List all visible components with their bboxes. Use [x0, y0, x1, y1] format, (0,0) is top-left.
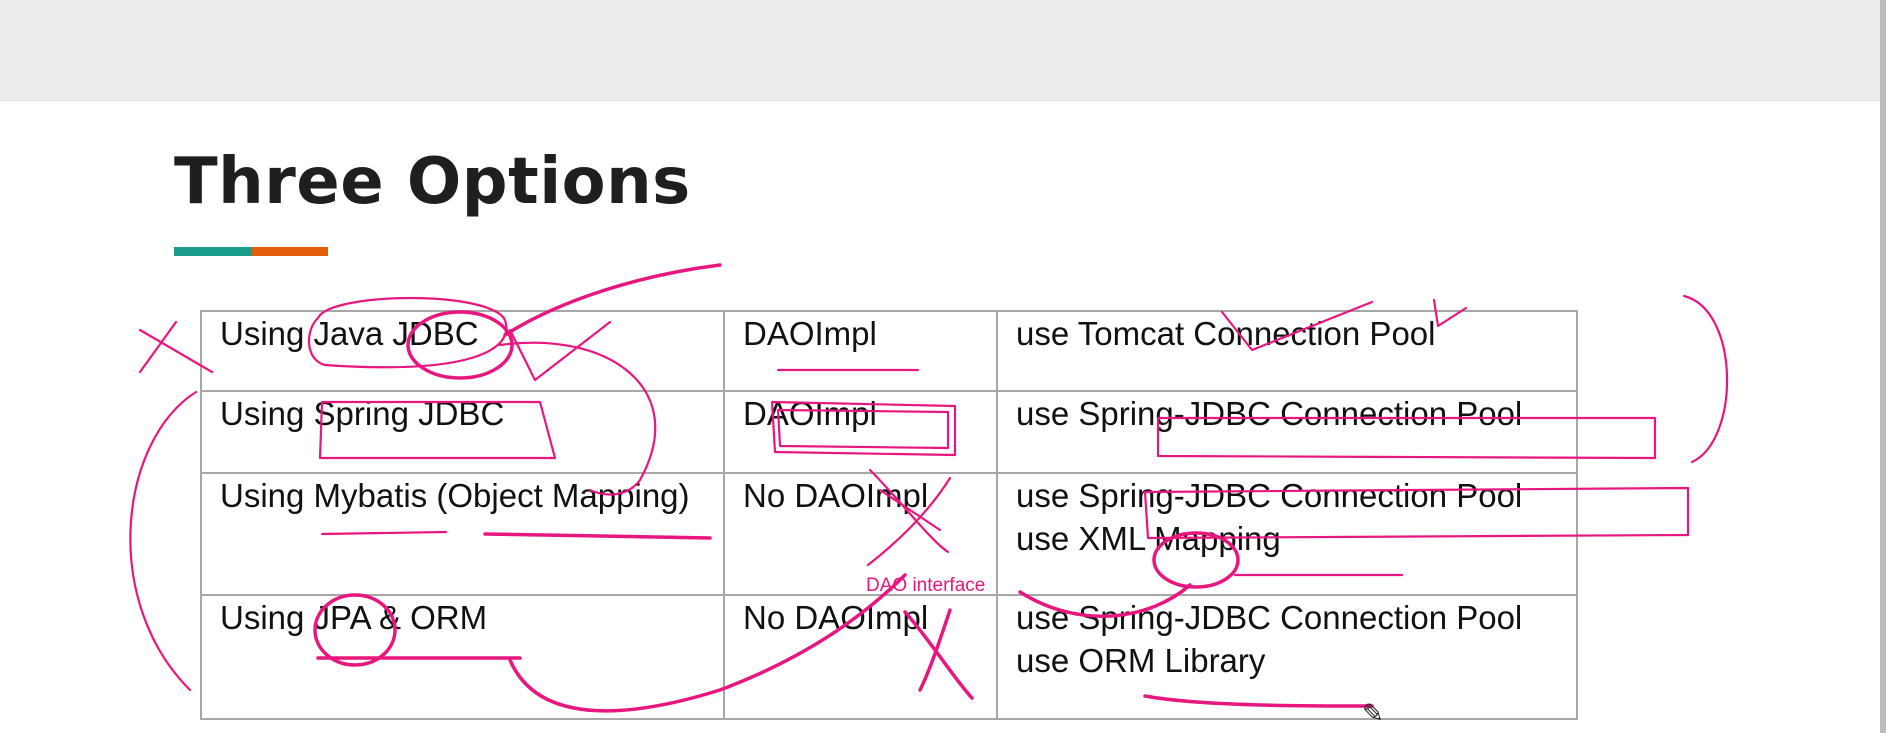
slide-top-bar [0, 0, 1886, 101]
dao-cell: DAOImpl [723, 390, 998, 474]
notes-cell: use Spring-JDBC Connection Pool use XML … [996, 472, 1578, 596]
table-row: Using Spring JDBC DAOImpl use Spring-JDB… [200, 390, 1578, 474]
options-table: Using Java JDBC DAOImpl use Tomcat Conne… [200, 310, 1578, 720]
notes-text: use Tomcat Connection Pool [1016, 315, 1436, 352]
dao-text: DAOImpl [743, 395, 877, 432]
ink-left-bracket [129, 390, 198, 692]
notes-text: use Spring-JDBC Connection Pool [1016, 395, 1523, 432]
approach-text: Using Java JDBC [220, 315, 479, 352]
approach-text: Using Mybatis (Object Mapping) [220, 477, 690, 514]
page-title: Three Options [174, 145, 691, 219]
dao-cell: DAOImpl [723, 310, 998, 392]
dao-text: No DAOImpl [743, 599, 929, 636]
notes-text: use Spring-JDBC Connection Pool [1016, 599, 1523, 636]
table-row: Using Java JDBC DAOImpl use Tomcat Conne… [200, 310, 1578, 392]
approach-text: Using JPA & ORM [220, 599, 488, 636]
ink-right-bracket [1682, 294, 1729, 464]
approach-cell: Using Mybatis (Object Mapping) [200, 472, 725, 596]
notes-cell: use Spring-JDBC Connection Pool use ORM … [996, 594, 1578, 720]
title-accent-teal [174, 247, 252, 256]
notes-text: use XML Mapping [1016, 520, 1281, 557]
title-accent-orange [252, 247, 328, 256]
approach-text: Using Spring JDBC [220, 395, 505, 432]
dao-text: No DAOImpl [743, 477, 929, 514]
slide-edge-shadow [1880, 0, 1886, 733]
dao-interface-label: DAO interface [866, 575, 986, 596]
pen-cursor-icon: ✎ [1362, 698, 1384, 728]
approach-cell: Using JPA & ORM [200, 594, 725, 720]
dao-text: DAOImpl [743, 315, 877, 352]
slide-stage: Three Options Using Java JDBC DAOImpl us… [0, 0, 1886, 733]
notes-text: use Spring-JDBC Connection Pool [1016, 477, 1523, 514]
dao-cell: No DAOImpl [723, 594, 998, 720]
notes-cell: use Tomcat Connection Pool [996, 310, 1578, 392]
notes-text: use ORM Library [1016, 642, 1266, 679]
notes-cell: use Spring-JDBC Connection Pool [996, 390, 1578, 474]
approach-cell: Using Java JDBC [200, 310, 725, 392]
approach-cell: Using Spring JDBC [200, 390, 725, 474]
